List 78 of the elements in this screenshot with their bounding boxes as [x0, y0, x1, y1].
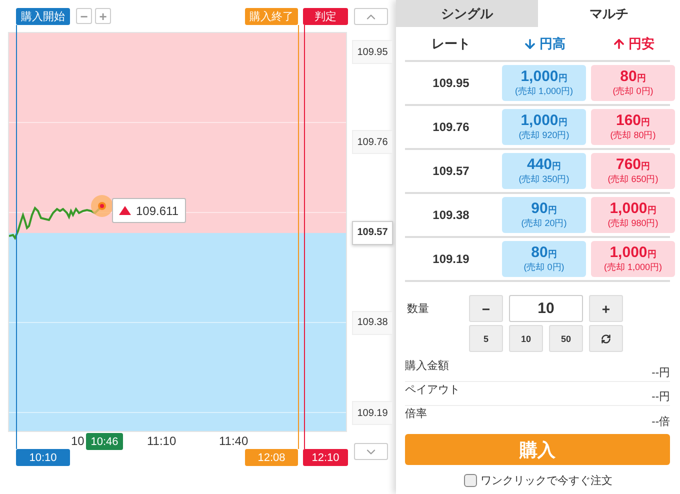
- checkbox-label: ワンクリックで今すぐ注文: [480, 474, 612, 488]
- price-option[interactable]: 1,000円 (売却 920円): [502, 109, 586, 145]
- rate-cell-text: 109.57: [432, 164, 470, 178]
- checkbox[interactable]: [464, 474, 476, 487]
- summary-label: ペイアウト: [405, 383, 460, 398]
- sell-price: (売却 1,000円): [514, 86, 574, 97]
- option-amount: 90円: [531, 201, 557, 218]
- price-option[interactable]: 90円 (売却 20円): [502, 197, 586, 233]
- option-amount: 1,000円: [520, 113, 568, 130]
- marker-time: 10:10: [16, 449, 70, 466]
- option-amount: 1,000円: [610, 201, 656, 218]
- sell-price: (売却 650円): [608, 174, 658, 185]
- sell-price: (売却 920円): [518, 130, 570, 141]
- option-amount: 1,000円: [610, 245, 656, 262]
- summary-value: --倍: [652, 415, 670, 430]
- time-label: 10: [71, 434, 84, 448]
- option-amount: 760円: [616, 157, 650, 174]
- sell-price: (売却 0円): [612, 86, 654, 97]
- up-triangle-icon: [119, 206, 131, 215]
- price-option[interactable]: 1,000円 (売却 1,000円): [502, 65, 586, 101]
- column-header: レート: [432, 34, 470, 52]
- price-option[interactable]: 80円 (売却 0円): [591, 65, 675, 101]
- option-amount: 160円: [616, 113, 650, 130]
- price-option[interactable]: 760円 (売却 650円): [591, 153, 675, 189]
- price-option[interactable]: 80円 (売却 0円): [502, 241, 586, 277]
- sell-price: (売却 80円): [610, 130, 656, 141]
- rate-cell-text: 109.76: [432, 120, 470, 134]
- option-amount: 1,000円: [520, 69, 568, 86]
- summary-label: 倍率: [405, 406, 427, 422]
- price-option[interactable]: 160円 (売却 80円): [591, 109, 675, 145]
- column-header: 円高: [540, 34, 566, 52]
- marker-time: 12:08: [245, 449, 298, 466]
- marker-label: 購入開始: [16, 8, 70, 25]
- sell-price: (売却 980円): [608, 218, 658, 229]
- price-label: 109.38: [352, 310, 393, 335]
- reset-button[interactable]: [589, 325, 623, 352]
- price-label: 109.57: [352, 220, 393, 244]
- column-header: 円安: [628, 34, 654, 52]
- marker-time: 12:10: [303, 449, 348, 466]
- option-amount: 80円: [531, 245, 557, 262]
- summary-value: --円: [652, 366, 670, 381]
- option-amount: 440円: [526, 157, 562, 174]
- rate-cell-text: 109.38: [432, 208, 470, 222]
- sell-price: (売却 20円): [521, 218, 567, 229]
- rate-cell-text: 109.19: [432, 252, 470, 266]
- refresh-icon: [601, 334, 611, 344]
- option-amount: 80円: [620, 69, 646, 86]
- summary-label: 購入金額: [405, 358, 449, 374]
- tab[interactable]: シングル: [396, 0, 538, 27]
- current-price: 109.611: [136, 204, 178, 218]
- price-label: 109.76: [352, 130, 393, 154]
- quantity-label: 数量: [407, 302, 430, 316]
- current-time: 10:46: [86, 433, 123, 450]
- price-option[interactable]: 1,000円 (売却 1,000円): [591, 241, 675, 277]
- sell-price: (売却 0円): [524, 262, 564, 273]
- marker-label: 判定: [303, 8, 348, 25]
- current-price-dot-icon: [91, 195, 113, 217]
- zoom-out-button[interactable]: −: [76, 8, 92, 24]
- price-option[interactable]: 1,000円 (売却 980円): [591, 197, 675, 233]
- increase-button[interactable]: +: [589, 295, 623, 322]
- preset-button[interactable]: 50: [549, 325, 583, 352]
- rate-cell-text: 109.95: [432, 76, 470, 90]
- time-label: 11:40: [219, 434, 248, 448]
- price-label: 109.95: [352, 40, 393, 64]
- time-label: 11:10: [147, 434, 176, 448]
- summary-value: --円: [652, 390, 670, 405]
- buy-button[interactable]: 購入: [405, 434, 670, 465]
- sell-price: (売却 1,000円): [604, 262, 662, 273]
- preset-button[interactable]: 10: [509, 325, 543, 352]
- price-option[interactable]: 440円 (売却 350円): [502, 153, 586, 189]
- price-label: 109.19: [352, 401, 393, 425]
- tab[interactable]: マルチ: [538, 0, 680, 27]
- decrease-button[interactable]: −: [469, 295, 503, 322]
- quantity-field[interactable]: 10: [509, 295, 583, 322]
- zoom-in-button[interactable]: +: [95, 8, 111, 24]
- marker-label: 購入終了: [245, 8, 298, 25]
- sell-price: (売却 350円): [518, 174, 570, 185]
- preset-button[interactable]: 5: [469, 325, 503, 352]
